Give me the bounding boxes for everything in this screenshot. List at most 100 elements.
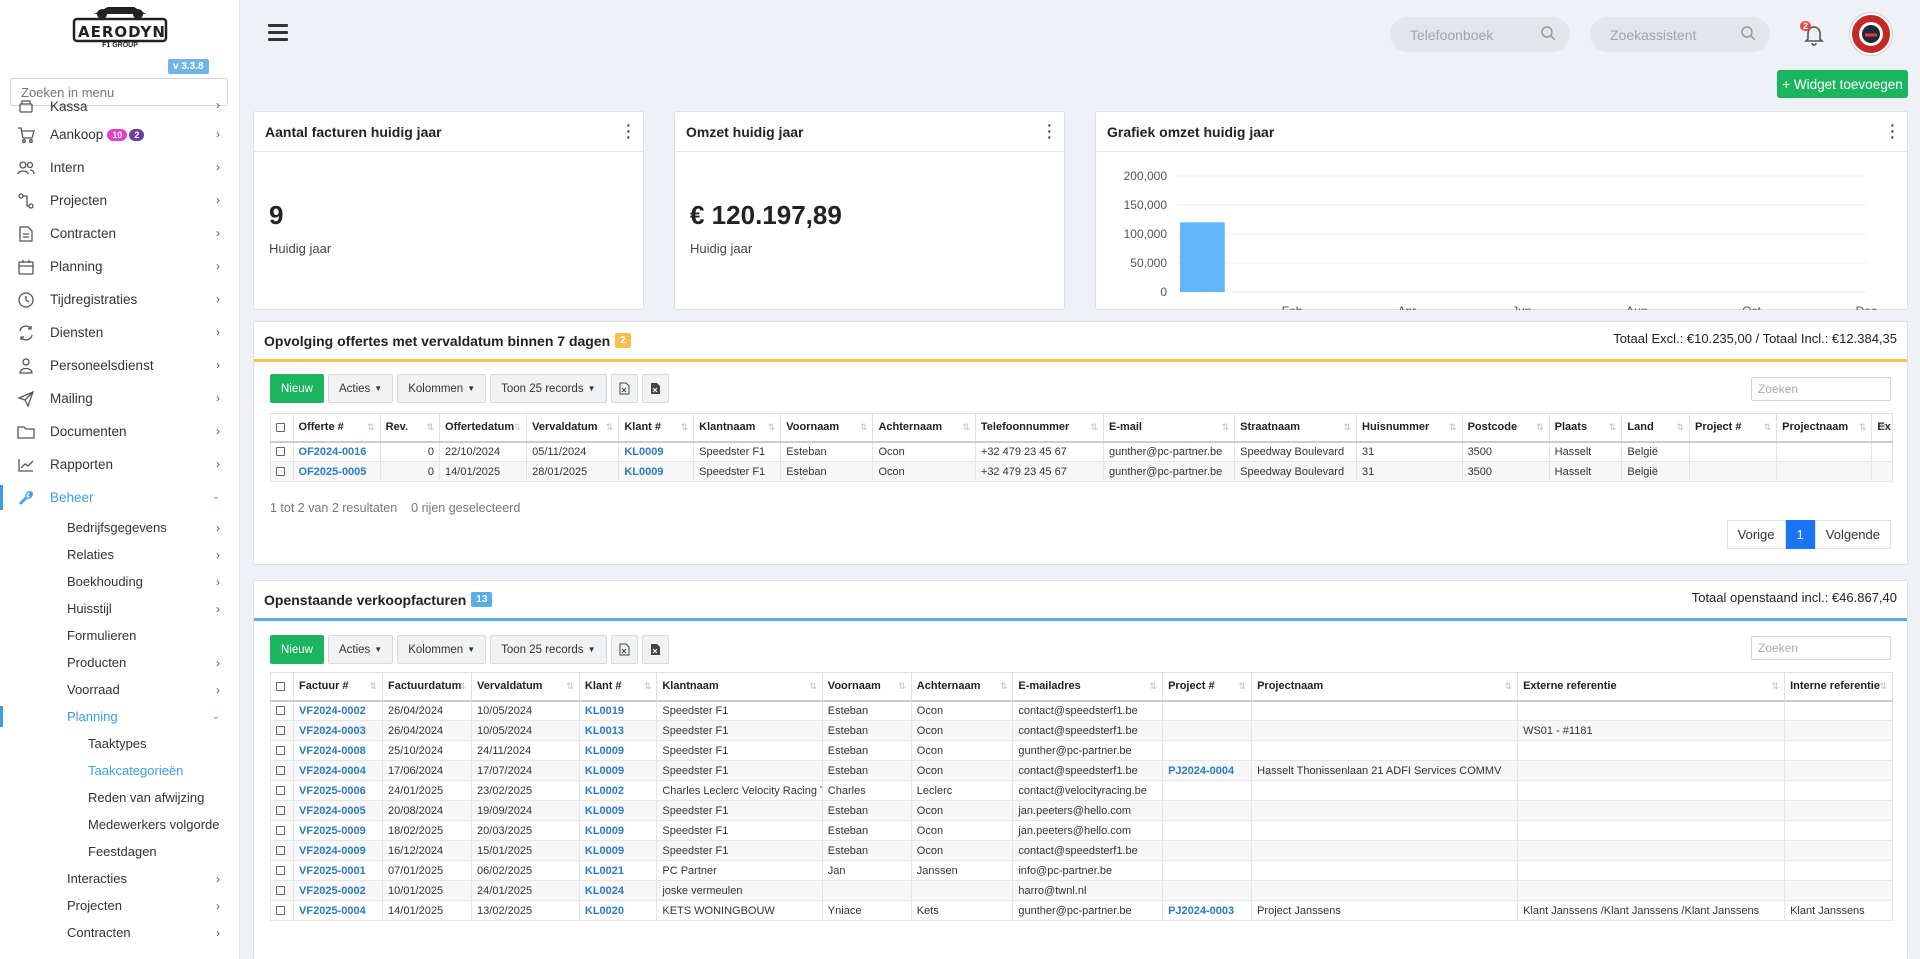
- table-cell[interactable]: [1162, 840, 1253, 861]
- column-header[interactable]: Rev. ⇅: [379, 413, 441, 443]
- export-pdf-icon[interactable]: [641, 635, 669, 664]
- submenu-relaties[interactable]: Relaties ›: [0, 541, 239, 568]
- table-cell[interactable]: KL0009: [578, 840, 658, 861]
- menu-item-kassa[interactable]: Kassa ›: [0, 94, 239, 118]
- row-checkbox[interactable]: [269, 800, 295, 821]
- table-cell[interactable]: VF2024-0009: [293, 840, 384, 861]
- menu-item-contracten[interactable]: Contracten ›: [0, 217, 239, 250]
- table-cell[interactable]: KL0009: [578, 820, 658, 841]
- column-header[interactable]: E-mail ⇅: [1102, 413, 1236, 443]
- table-cell[interactable]: PJ2024-0004: [1162, 760, 1253, 781]
- column-header[interactable]: Offertedatum ⇅: [439, 413, 528, 443]
- table-row[interactable]: OF2025-0005 0 14/01/2025 28/01/2025 KL0009 Sp…: [270, 461, 1893, 482]
- submenu-reden-van-afwijzing[interactable]: Reden van afwijzing: [0, 784, 239, 811]
- row-checkbox[interactable]: [270, 461, 294, 482]
- row-checkbox[interactable]: [269, 700, 295, 721]
- prev-page-button[interactable]: Vorige: [1726, 520, 1786, 549]
- table-cell[interactable]: KL0020: [578, 900, 658, 921]
- table-row[interactable]: VF2025-0001 07/01/2025 06/02/2025 KL0021 PC …: [269, 860, 1893, 881]
- page-1-button[interactable]: 1: [1785, 520, 1815, 549]
- aerodyn-logo[interactable]: AERODYN F1 GROUP: [72, 4, 168, 52]
- column-header[interactable]: Vervaldatum ⇅: [526, 413, 620, 443]
- table-cell[interactable]: KL0009: [578, 800, 658, 821]
- submenu-planning[interactable]: Planning ⌄: [0, 703, 239, 730]
- submenu-producten[interactable]: Producten ›: [0, 649, 239, 676]
- table-cell[interactable]: PJ2024-0003: [1162, 900, 1253, 921]
- table-cell[interactable]: [1162, 800, 1253, 821]
- table-cell[interactable]: VF2024-0004: [293, 760, 384, 781]
- submenu-taakcategorieen[interactable]: Taakcategorieën: [0, 757, 239, 784]
- table-cell[interactable]: [1162, 820, 1253, 841]
- column-header[interactable]: Klant # ⇅: [578, 672, 658, 702]
- table-cell[interactable]: KL0009: [618, 441, 695, 462]
- table-cell[interactable]: [1162, 720, 1253, 741]
- table-cell[interactable]: [1162, 880, 1253, 901]
- table-cell[interactable]: VF2025-0002: [293, 880, 384, 901]
- column-header[interactable]: Projectnaam ⇅: [1251, 672, 1519, 702]
- select-all-checkbox[interactable]: [269, 672, 295, 702]
- table-row[interactable]: VF2024-0005 20/08/2024 19/09/2024 KL0009 Spe…: [269, 800, 1893, 821]
- table-cell[interactable]: KL0009: [618, 461, 695, 482]
- table-row[interactable]: OF2024-0016 0 22/10/2024 05/11/2024 KL0009 Sp…: [270, 441, 1893, 462]
- row-checkbox[interactable]: [269, 740, 295, 761]
- row-checkbox[interactable]: [269, 820, 295, 841]
- menu-item-tijdregistraties[interactable]: Tijdregistraties ›: [0, 283, 239, 316]
- kebab-menu-icon[interactable]: · · ·: [1047, 118, 1052, 144]
- table-cell[interactable]: KL0009: [578, 740, 658, 761]
- next-page-button[interactable]: Volgende: [1814, 520, 1891, 549]
- column-header[interactable]: Klantnaam ⇅: [656, 672, 823, 702]
- table-cell[interactable]: [1162, 700, 1253, 721]
- table-row[interactable]: VF2025-0006 24/01/2025 23/02/2025 KL0002 Cha…: [269, 780, 1893, 801]
- submenu-huisstijl[interactable]: Huisstijl ›: [0, 595, 239, 622]
- actions-dropdown[interactable]: Acties ▼: [327, 374, 394, 403]
- column-header[interactable]: Externe referentie ⇅: [1517, 672, 1786, 702]
- table-cell[interactable]: VF2024-0003: [293, 720, 384, 741]
- table-cell[interactable]: VF2025-0006: [293, 780, 384, 801]
- column-header[interactable]: Projectnaam ⇅: [1776, 413, 1873, 443]
- add-widget-button[interactable]: + Widget toevoegen: [1777, 70, 1908, 98]
- menu-item-projecten[interactable]: Projecten ›: [0, 184, 239, 217]
- table-row[interactable]: VF2025-0004 14/01/2025 13/02/2025 KL0020 KET…: [269, 900, 1893, 921]
- table-cell[interactable]: KL0024: [578, 880, 658, 901]
- export-excel-icon[interactable]: [610, 374, 638, 403]
- table-cell[interactable]: KL0002: [578, 780, 658, 801]
- menu-item-mailing[interactable]: Mailing ›: [0, 382, 239, 415]
- column-header[interactable]: Project # ⇅: [1689, 413, 1778, 443]
- column-header[interactable]: Interne referentie ⇅: [1784, 672, 1893, 702]
- column-header[interactable]: Klant # ⇅: [618, 413, 695, 443]
- phonebook-search[interactable]: Telefoonboek: [1390, 17, 1570, 52]
- table-cell[interactable]: [1162, 780, 1253, 801]
- submenu-bedrijfsgegevens[interactable]: Bedrijfsgegevens ›: [0, 514, 239, 541]
- table-row[interactable]: VF2024-0002 26/04/2024 10/05/2024 KL0019 Spe…: [269, 700, 1893, 721]
- export-pdf-icon[interactable]: [641, 374, 669, 403]
- menu-item-rapporten[interactable]: Rapporten ›: [0, 448, 239, 481]
- submenu-boekhouding[interactable]: Boekhouding ›: [0, 568, 239, 595]
- hamburger-menu-icon[interactable]: [268, 24, 288, 41]
- table-cell[interactable]: KL0009: [578, 760, 658, 781]
- table-cell[interactable]: [1162, 860, 1253, 881]
- submenu-interacties[interactable]: Interacties ›: [0, 865, 239, 892]
- submenu-formulieren[interactable]: Formulieren: [0, 622, 239, 649]
- table-row[interactable]: VF2024-0004 17/06/2024 17/07/2024 KL0009 Spe…: [269, 760, 1893, 781]
- table-row[interactable]: VF2025-0002 10/01/2025 24/01/2025 KL0024 jos…: [269, 880, 1893, 901]
- table-row[interactable]: VF2024-0009 16/12/2024 15/01/2025 KL0009 Spe…: [269, 840, 1893, 861]
- columns-dropdown[interactable]: Kolommen ▼: [397, 374, 487, 403]
- submenu-taaktypes[interactable]: Taaktypes: [0, 730, 239, 757]
- table-cell[interactable]: KL0021: [578, 860, 658, 881]
- submenu-voorraad[interactable]: Voorraad ›: [0, 676, 239, 703]
- column-header[interactable]: Achternaam ⇅: [872, 413, 976, 443]
- assistant-search[interactable]: Zoekassistent: [1590, 17, 1770, 52]
- table-cell[interactable]: VF2025-0001: [293, 860, 384, 881]
- select-all-checkbox[interactable]: [270, 413, 294, 443]
- table-cell[interactable]: OF2024-0016: [292, 441, 381, 462]
- kebab-menu-icon[interactable]: · · ·: [1890, 118, 1895, 144]
- kebab-menu-icon[interactable]: · · ·: [626, 118, 631, 144]
- table-cell[interactable]: KL0019: [578, 700, 658, 721]
- table-cell[interactable]: VF2025-0004: [293, 900, 384, 921]
- actions-dropdown[interactable]: Acties ▼: [327, 635, 394, 664]
- submenu-contracten[interactable]: Contracten ›: [0, 919, 239, 946]
- table-cell[interactable]: VF2024-0005: [293, 800, 384, 821]
- table-row[interactable]: VF2024-0008 25/10/2024 24/11/2024 KL0009 Spe…: [269, 740, 1893, 761]
- table-row[interactable]: VF2024-0003 26/04/2024 10/05/2024 KL0013 Spe…: [269, 720, 1893, 741]
- new-button[interactable]: Nieuw: [270, 374, 324, 403]
